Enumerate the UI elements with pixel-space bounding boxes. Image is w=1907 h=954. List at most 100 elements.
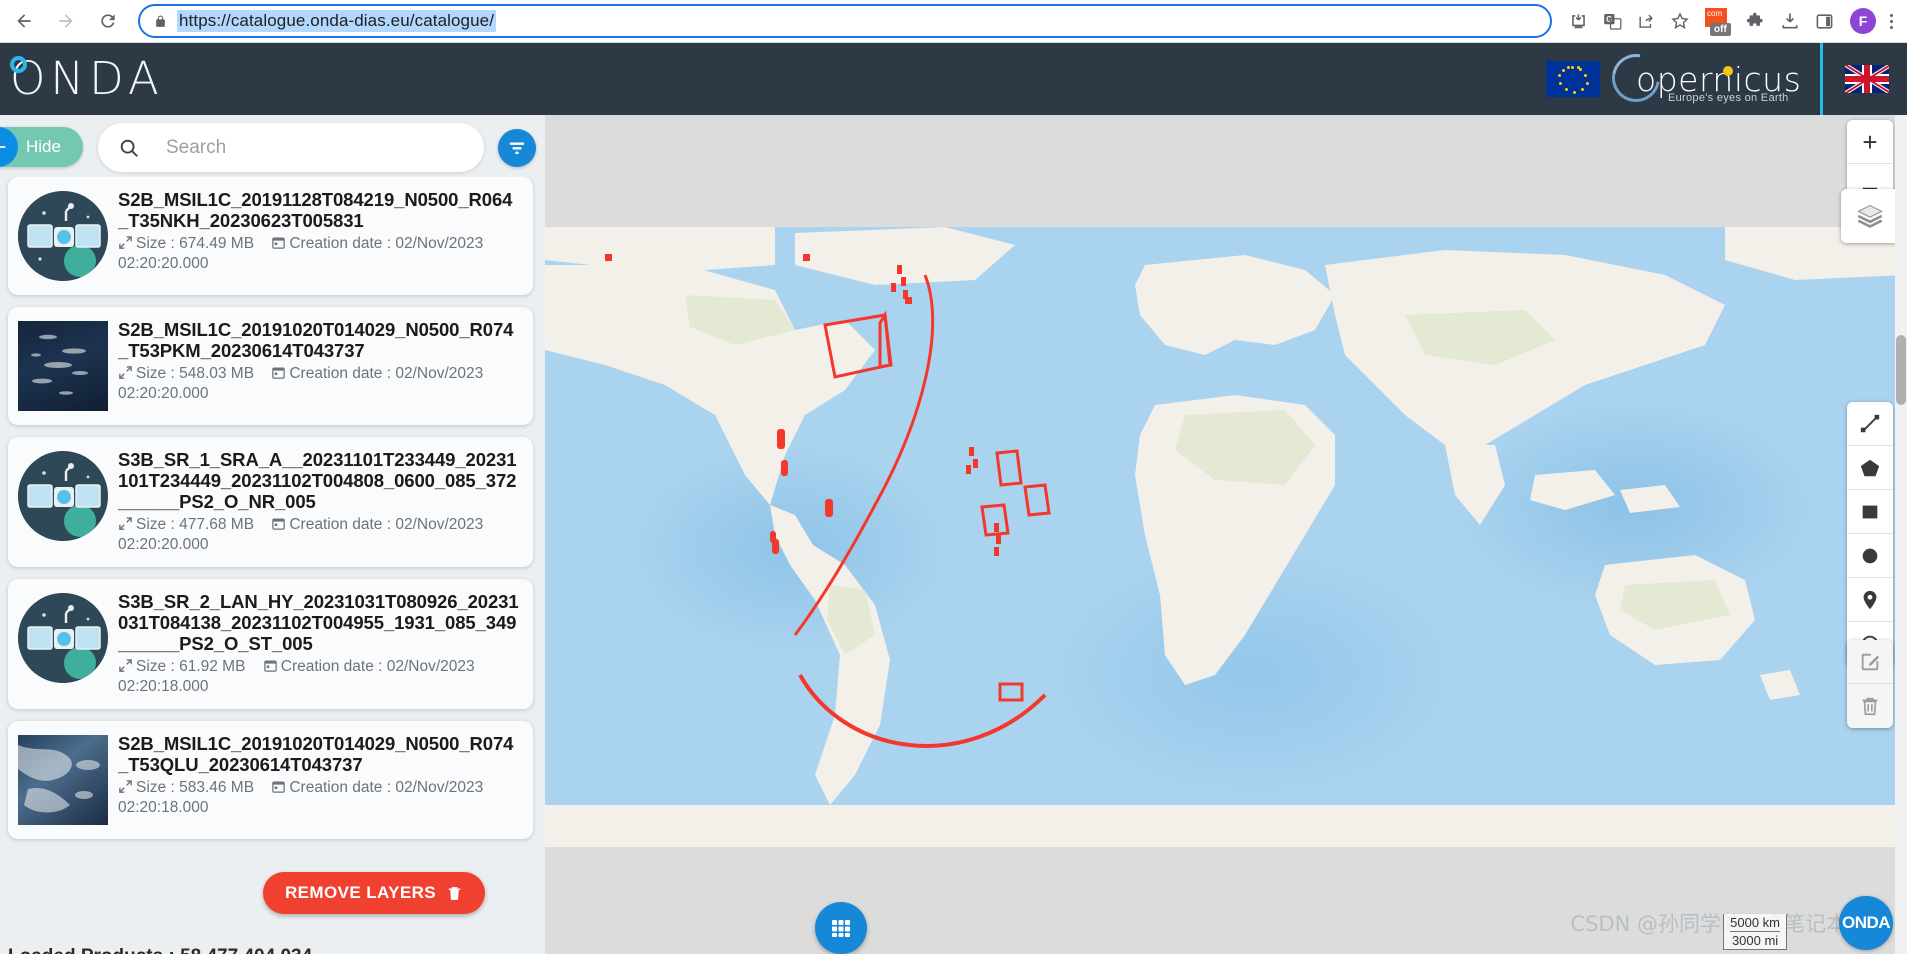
creation-label: Creation date : bbox=[289, 235, 392, 252]
layers-stack-icon[interactable] bbox=[1841, 189, 1899, 243]
size-label: Size : bbox=[136, 779, 175, 796]
results-panel: Hide Search S2B_MSIL1C_20191128T084219_N… bbox=[0, 115, 545, 954]
list-item[interactable]: S2B_MSIL1C_20191128T084219_N0500_R064_T3… bbox=[8, 177, 533, 295]
map-scale-bar: 5000 km 3000 mi bbox=[1723, 914, 1787, 950]
extension-com-off-icon[interactable]: com off bbox=[1698, 5, 1738, 37]
language-flag-button[interactable] bbox=[1845, 65, 1889, 93]
result-title[interactable]: S2B_MSIL1C_20191128T084219_N0500_R064_T3… bbox=[118, 189, 521, 231]
reload-button[interactable] bbox=[90, 3, 126, 39]
search-input[interactable]: Search bbox=[98, 123, 484, 172]
map-edit-tools bbox=[1847, 640, 1893, 728]
search-row: Hide Search bbox=[0, 115, 545, 177]
downloads-icon[interactable] bbox=[1774, 5, 1806, 37]
draw-marker-icon[interactable] bbox=[1847, 578, 1893, 622]
browser-actions: G com off F bbox=[1562, 5, 1907, 37]
extensions-puzzle-icon[interactable] bbox=[1740, 5, 1772, 37]
filter-icon bbox=[509, 142, 525, 155]
result-title[interactable]: S3B_SR_2_LAN_HY_20231031T080926_20231031… bbox=[118, 591, 521, 654]
bookmark-star-icon[interactable] bbox=[1664, 5, 1696, 37]
draw-polygon-icon[interactable] bbox=[1847, 446, 1893, 490]
result-meta: Size : 674.49 MB Creation date : 02/Nov/… bbox=[118, 234, 521, 274]
list-item[interactable]: S3B_SR_1_SRA_A__20231101T233449_20231101… bbox=[8, 437, 533, 567]
size-label: Size : bbox=[136, 658, 175, 675]
logo-circle-icon bbox=[10, 56, 27, 73]
side-panel-icon[interactable] bbox=[1808, 5, 1840, 37]
back-arrow-icon bbox=[17, 14, 31, 28]
scale-km-label: 5000 km bbox=[1730, 915, 1780, 932]
result-title[interactable]: S2B_MSIL1C_20191020T014029_N0500_R074_T5… bbox=[118, 319, 521, 361]
zoom-in-button[interactable]: + bbox=[1847, 120, 1893, 164]
draw-polyline-icon[interactable] bbox=[1847, 402, 1893, 446]
grid-view-button[interactable] bbox=[815, 902, 867, 954]
calendar-icon bbox=[264, 660, 277, 672]
kebab-menu-icon[interactable] bbox=[1884, 13, 1899, 29]
result-size: 477.68 MB bbox=[179, 516, 255, 533]
search-placeholder: Search bbox=[166, 136, 227, 158]
result-thumbnail bbox=[18, 451, 108, 541]
map-footprints bbox=[605, 254, 1051, 748]
install-app-icon[interactable] bbox=[1562, 5, 1594, 37]
translate-icon[interactable]: G bbox=[1596, 5, 1628, 37]
copernicus-dot-icon bbox=[1723, 66, 1733, 76]
map-canvas[interactable]: + – CSDN @孙同学的一个笔记本 5000 km 3000 mi ONDA bbox=[545, 115, 1907, 954]
delete-layers-icon[interactable] bbox=[1847, 684, 1893, 728]
result-details: S2B_MSIL1C_20191020T014029_N0500_R074_T5… bbox=[118, 731, 521, 827]
scale-mi-label: 3000 mi bbox=[1731, 933, 1779, 948]
result-meta: Size : 477.68 MB Creation date : 02/Nov/… bbox=[118, 515, 521, 555]
hide-panel-button[interactable]: Hide bbox=[0, 127, 83, 167]
header-divider bbox=[1820, 43, 1823, 115]
reload-icon bbox=[101, 14, 115, 28]
draw-circle-icon[interactable] bbox=[1847, 534, 1893, 578]
result-details: S3B_SR_2_LAN_HY_20231031T080926_20231031… bbox=[118, 589, 521, 697]
left-arrow-icon[interactable] bbox=[0, 127, 18, 167]
result-title[interactable]: S3B_SR_1_SRA_A__20231101T233449_20231101… bbox=[118, 449, 521, 512]
list-item[interactable]: S2B_MSIL1C_20191020T014029_N0500_R074_T5… bbox=[8, 721, 533, 839]
remove-layers-button[interactable]: REMOVE LAYERS bbox=[263, 872, 485, 914]
creation-label: Creation date : bbox=[289, 365, 392, 382]
result-size: 548.03 MB bbox=[179, 365, 255, 382]
list-item[interactable]: S2B_MSIL1C_20191020T014029_N0500_R074_T5… bbox=[8, 307, 533, 425]
remove-layers-label: REMOVE LAYERS bbox=[285, 883, 436, 902]
results-list[interactable]: S2B_MSIL1C_20191128T084219_N0500_R064_T3… bbox=[0, 177, 545, 954]
url-text[interactable]: https://catalogue.onda-dias.eu/catalogue… bbox=[177, 10, 497, 32]
share-icon[interactable] bbox=[1630, 5, 1662, 37]
profile-avatar[interactable]: F bbox=[1850, 8, 1876, 34]
result-thumbnail bbox=[18, 735, 108, 825]
calendar-icon bbox=[272, 518, 286, 530]
onda-logo[interactable]: ONDA bbox=[0, 54, 164, 104]
draw-rectangle-icon[interactable] bbox=[1847, 490, 1893, 534]
onda-map-badge[interactable]: ONDA bbox=[1839, 896, 1893, 950]
map-layers-control[interactable] bbox=[1841, 189, 1899, 243]
search-icon bbox=[120, 139, 138, 157]
result-title[interactable]: S2B_MSIL1C_20191020T014029_N0500_R074_T5… bbox=[118, 733, 521, 775]
calendar-icon bbox=[272, 367, 286, 379]
result-meta: Size : 548.03 MB Creation date : 02/Nov/… bbox=[118, 364, 521, 404]
size-icon bbox=[119, 517, 132, 530]
csdn-watermark: CSDN @孙同学的一个笔记本 bbox=[1570, 912, 1847, 936]
size-icon bbox=[119, 236, 132, 249]
forward-arrow-icon bbox=[59, 14, 73, 28]
size-icon bbox=[119, 659, 132, 672]
size-label: Size : bbox=[136, 235, 175, 252]
creation-label: Creation date : bbox=[289, 516, 392, 533]
edit-layers-icon[interactable] bbox=[1847, 640, 1893, 684]
result-details: S2B_MSIL1C_20191128T084219_N0500_R064_T3… bbox=[118, 187, 521, 283]
list-item[interactable]: S3B_SR_2_LAN_HY_20231031T080926_20231031… bbox=[8, 579, 533, 709]
page-scrollbar[interactable] bbox=[1895, 115, 1907, 954]
calendar-icon bbox=[272, 781, 286, 793]
map-footprint-left bbox=[545, 485, 630, 545]
logo-text: ONDA bbox=[10, 52, 164, 105]
size-icon bbox=[119, 366, 132, 379]
page-scrollbar-thumb[interactable] bbox=[1896, 335, 1906, 405]
forward-button[interactable] bbox=[48, 3, 84, 39]
result-size: 61.92 MB bbox=[179, 658, 246, 675]
result-thumbnail bbox=[18, 191, 108, 281]
size-label: Size : bbox=[136, 365, 175, 382]
address-bar[interactable]: https://catalogue.onda-dias.eu/catalogue… bbox=[138, 4, 1552, 38]
back-button[interactable] bbox=[6, 3, 42, 39]
creation-label: Creation date : bbox=[289, 779, 392, 796]
result-meta: Size : 61.92 MB Creation date : 02/Nov/2… bbox=[118, 657, 521, 697]
filter-button[interactable] bbox=[498, 129, 536, 167]
loaded-products-text: Loaded Products : 58 477 404 034 bbox=[8, 946, 312, 954]
site-header: ONDA opernicus Europe's eyes on Earth bbox=[0, 43, 1907, 115]
